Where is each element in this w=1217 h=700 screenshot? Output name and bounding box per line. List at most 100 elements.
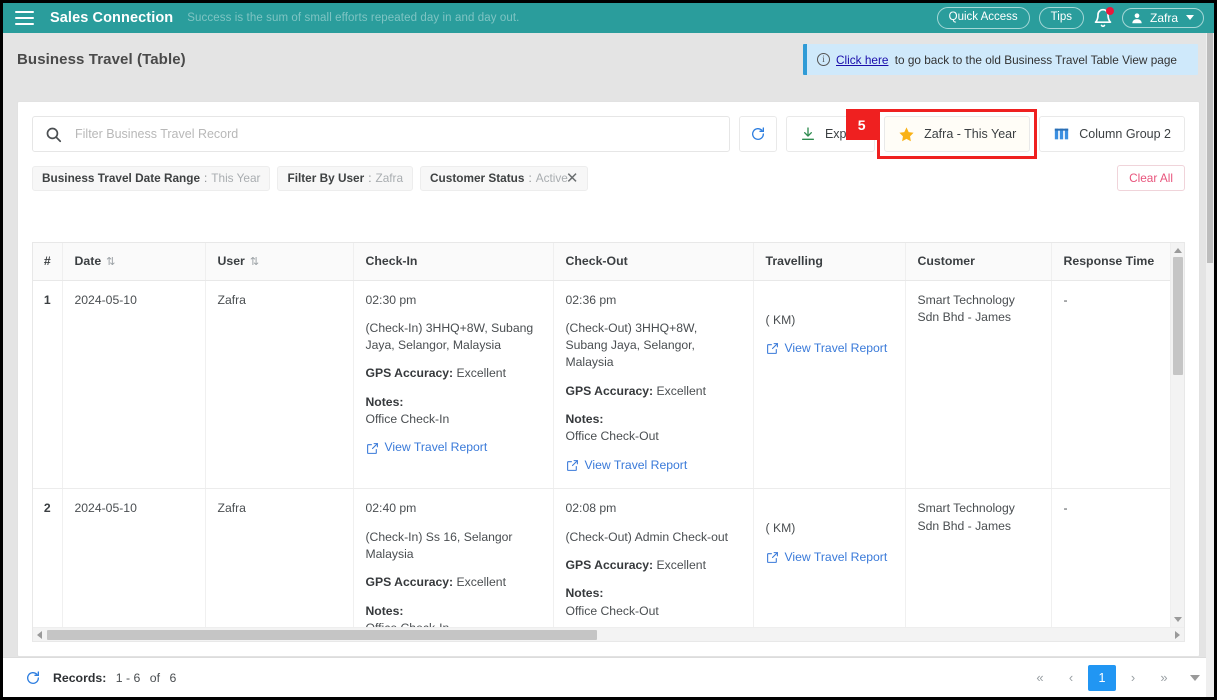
favourite-filter-button[interactable]: Zafra - This Year	[884, 116, 1031, 152]
link-label: View Travel Report	[784, 549, 888, 564]
scroll-down-arrow-icon[interactable]	[1190, 674, 1200, 681]
business-travel-table: # Date ⇅ User ⇅ Check-In Check-Out Travell…	[33, 243, 1170, 627]
tips-button[interactable]: Tips	[1038, 7, 1084, 29]
travelling-distance: ( KM)	[765, 312, 796, 327]
checkout-time: 02:08 pm	[565, 501, 617, 516]
chip-separator: :	[204, 171, 208, 185]
view-travel-report-link[interactable]: View Travel Report	[766, 549, 888, 566]
external-link-icon	[366, 442, 378, 454]
column-group-button[interactable]: Column Group 2	[1039, 116, 1185, 152]
cell-date: 2024-05-10	[62, 488, 206, 627]
gps-accuracy-label: GPS Accuracy:	[365, 366, 454, 381]
checkout-location: (Check-Out) Admin Check-out	[565, 529, 729, 544]
column-header-response-time[interactable]: Response Time	[1051, 243, 1170, 281]
close-icon[interactable]: ✕	[566, 171, 579, 186]
checkout-gps: GPS Accuracy: Excellent	[566, 557, 741, 574]
chip-key: Business Travel Date Range	[42, 171, 201, 185]
checkin-location: (Check-In) Ss 16, Selangor Malaysia	[365, 529, 513, 561]
cell-response-time: -	[1051, 488, 1170, 627]
step-number-badge: 5	[846, 109, 878, 140]
scroll-down-arrow-icon[interactable]	[1174, 617, 1182, 622]
next-page-button[interactable]: ›	[1119, 665, 1147, 691]
view-travel-report-link[interactable]: View Travel Report	[366, 439, 488, 456]
scroll-left-arrow-icon[interactable]	[37, 631, 42, 639]
column-header-checkout[interactable]: Check-Out	[553, 243, 754, 281]
cell-date: 2024-05-10	[62, 280, 206, 490]
scroll-up-arrow-icon[interactable]	[1174, 248, 1182, 253]
table-scroll-area[interactable]: # Date ⇅ User ⇅ Check-In Check-Out Travell…	[33, 243, 1170, 627]
checkout-gps: GPS Accuracy: Excellent	[566, 383, 741, 400]
notice-text: to go back to the old Business Travel Ta…	[891, 52, 1177, 67]
chip-value: This Year	[211, 171, 261, 185]
top-navigation-bar: Sales Connection Success is the sum of s…	[3, 3, 1214, 33]
app-tagline: Success is the sum of small efforts repe…	[187, 12, 520, 24]
records-label: Records:	[53, 670, 107, 685]
cell-checkin: 02:40 pm (Check-In) Ss 16, Selangor Mala…	[353, 488, 554, 627]
filter-chip-customer-status[interactable]: Customer Status : Active ✕	[420, 165, 589, 191]
table-horizontal-scrollbar[interactable]	[33, 627, 1184, 641]
gps-accuracy-value: Excellent	[656, 383, 706, 398]
search-box[interactable]	[32, 116, 730, 152]
page-scroll-thumb[interactable]	[1207, 33, 1213, 263]
table-row[interactable]: 2 2024-05-10 Zafra 02:40 pm (Check-In) S…	[33, 488, 1170, 627]
filter-chip-date-range[interactable]: Business Travel Date Range : This Year	[32, 165, 271, 191]
page-button-1[interactable]: 1	[1088, 664, 1116, 691]
hamburger-icon[interactable]	[15, 11, 34, 25]
chip-key: Customer Status	[430, 171, 525, 185]
quick-access-button[interactable]: Quick Access	[936, 7, 1030, 29]
table-vertical-scrollbar[interactable]	[1170, 243, 1184, 627]
notes-label: Notes:	[365, 394, 404, 409]
content-card: Export Zafra - This Year 5	[17, 101, 1200, 657]
footer-refresh-button[interactable]	[25, 670, 41, 686]
first-page-button[interactable]: «	[1026, 665, 1054, 691]
link-label: View Travel Report	[784, 340, 888, 355]
search-input[interactable]	[75, 127, 717, 141]
gps-accuracy-label: GPS Accuracy:	[565, 557, 654, 572]
column-label: Date	[74, 254, 102, 269]
notification-badge-dot	[1105, 6, 1114, 15]
legacy-view-link[interactable]: Click here	[836, 53, 888, 67]
column-header-customer[interactable]: Customer	[905, 243, 1052, 281]
refresh-icon	[751, 127, 764, 140]
column-header-date[interactable]: Date ⇅	[62, 243, 206, 281]
checkin-notes: Notes: Office Check-In	[366, 394, 541, 429]
previous-page-button[interactable]: ‹	[1057, 665, 1085, 691]
legacy-view-notice: i Click here to go back to the old Busin…	[803, 44, 1198, 75]
horizontal-scroll-thumb[interactable]	[47, 630, 597, 640]
page-vertical-scrollbar[interactable]	[1206, 33, 1214, 697]
sort-updown-icon[interactable]: ⇅	[106, 256, 115, 268]
vertical-scroll-thumb[interactable]	[1173, 257, 1183, 375]
app-window: Sales Connection Success is the sum of s…	[0, 0, 1217, 700]
last-page-button[interactable]: »	[1150, 665, 1178, 691]
filter-chip-user[interactable]: Filter By User : Zafra	[277, 165, 414, 191]
checkin-notes: Notes: Office Check-In	[366, 603, 541, 627]
external-link-icon	[766, 551, 778, 563]
gps-accuracy-value: Excellent	[456, 366, 506, 381]
notification-bell-icon[interactable]	[1093, 6, 1114, 28]
chip-value: Zafra	[375, 171, 404, 185]
cell-index: 2	[33, 488, 63, 627]
records-total: 6	[169, 670, 177, 685]
sort-updown-icon[interactable]: ⇅	[250, 256, 259, 268]
chip-separator: :	[528, 171, 532, 185]
cell-travelling: ( KM) View Travel Report	[753, 280, 906, 490]
column-header-user[interactable]: User ⇅	[205, 243, 354, 281]
page-title: Business Travel (Table)	[17, 51, 186, 68]
table-row[interactable]: 1 2024-05-10 Zafra 02:30 pm (Check-In) 3…	[33, 280, 1170, 490]
cell-checkin: 02:30 pm (Check-In) 3HHQ+8W, Subang Jaya…	[353, 280, 554, 490]
scroll-right-arrow-icon[interactable]	[1175, 631, 1180, 639]
gps-accuracy-label: GPS Accuracy:	[565, 383, 654, 398]
user-avatar-icon	[1132, 13, 1142, 24]
table-toolbar: Export Zafra - This Year 5	[18, 102, 1199, 159]
view-travel-report-link[interactable]: View Travel Report	[766, 340, 888, 357]
link-label: View Travel Report	[384, 440, 488, 455]
chip-separator: :	[368, 171, 372, 185]
view-travel-report-link[interactable]: View Travel Report	[566, 457, 687, 474]
clear-all-filters-button[interactable]: Clear All	[1117, 165, 1185, 191]
cell-checkout: 02:36 pm (Check-Out) 3HHQ+8W, Subang Jay…	[553, 280, 754, 490]
column-header-travelling[interactable]: Travelling	[753, 243, 906, 281]
refresh-table-button[interactable]	[738, 116, 777, 152]
user-menu[interactable]: Zafra	[1121, 7, 1204, 28]
column-header-checkin[interactable]: Check-In	[353, 243, 554, 281]
notice-body: Click here to go back to the old Busines…	[836, 53, 1177, 67]
